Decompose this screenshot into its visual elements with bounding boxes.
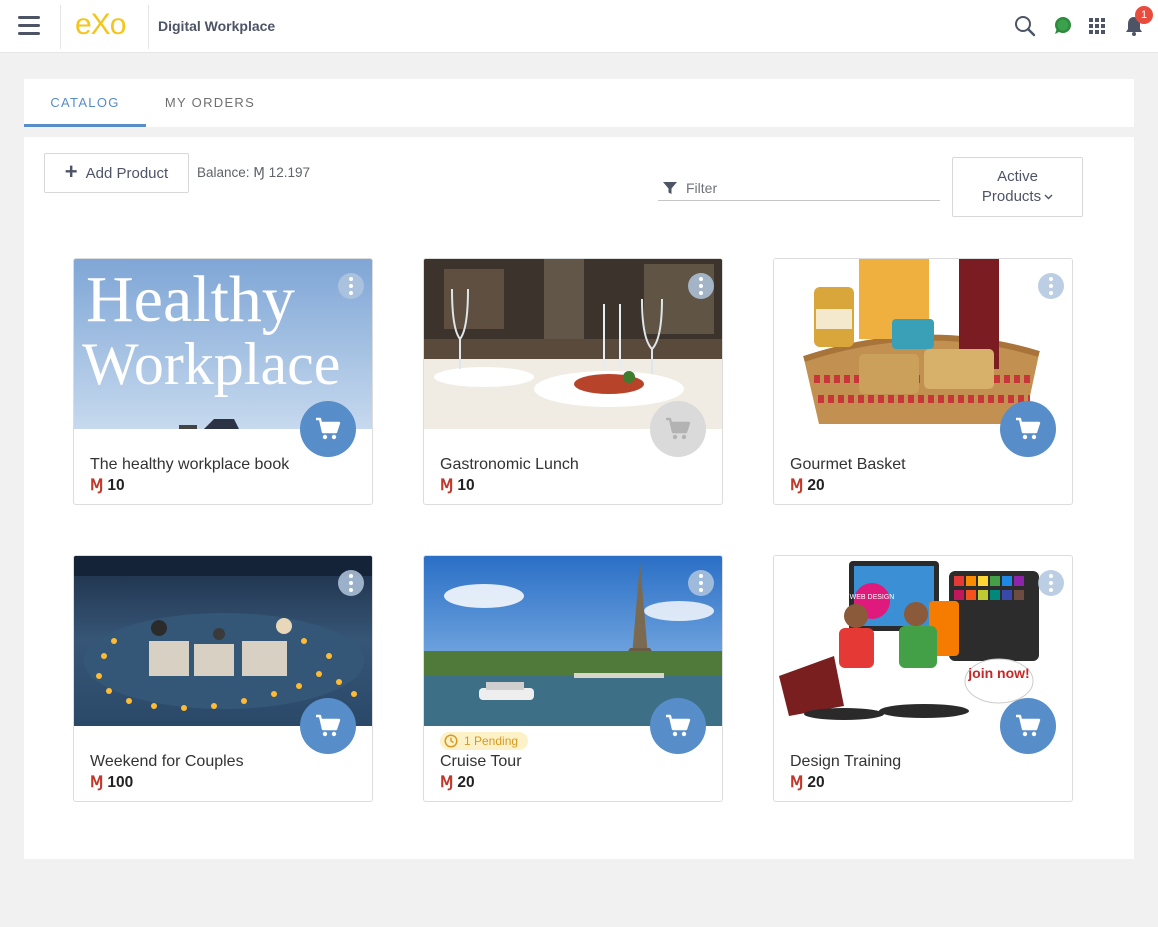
plus-icon: + — [64, 159, 78, 184]
app-title: Digital Workplace — [158, 18, 276, 34]
clock-icon — [444, 734, 458, 748]
product-card[interactable]: Gastronomic Lunch Ɱ 10 — [423, 258, 723, 505]
product-card[interactable]: 1 Pending Cruise Tour Ɱ 20 — [423, 555, 723, 802]
web-design-badge: WEB DESIGN — [850, 594, 895, 601]
tab-my-orders[interactable]: MY ORDERS — [152, 79, 268, 127]
chevron-down-icon — [1044, 194, 1053, 200]
add-product-button[interactable]: + Add Product — [44, 153, 189, 193]
price-value: 20 — [807, 774, 825, 791]
currency-symbol: Ɱ — [90, 774, 104, 791]
filter-input[interactable] — [686, 179, 926, 196]
chat-icon[interactable] — [1050, 14, 1074, 38]
product-price: Ɱ 10 — [90, 476, 125, 495]
more-options-icon[interactable] — [688, 570, 714, 596]
currency-symbol: Ɱ — [90, 477, 104, 494]
add-product-label: Add Product — [85, 164, 169, 182]
more-options-icon[interactable] — [688, 273, 714, 299]
more-options-icon[interactable] — [1038, 570, 1064, 596]
currency-symbol: Ɱ — [440, 477, 454, 494]
add-to-cart-button[interactable] — [1000, 698, 1056, 754]
product-title: Weekend for Couples — [90, 753, 244, 770]
product-price: Ɱ 20 — [440, 773, 475, 792]
join-now-text: join now! — [967, 665, 1029, 681]
pending-badge: 1 Pending — [440, 732, 529, 750]
price-value: 100 — [107, 774, 134, 791]
product-price: Ɱ 10 — [440, 476, 475, 495]
product-card[interactable]: Gourmet Basket Ɱ 20 — [773, 258, 1073, 505]
filter-field[interactable] — [658, 175, 940, 201]
pending-label: 1 Pending — [464, 734, 519, 748]
price-value: 10 — [107, 477, 125, 494]
cart-icon — [666, 417, 691, 440]
apps-grid-icon[interactable] — [1085, 14, 1109, 38]
price-value: 20 — [807, 477, 825, 494]
notification-badge: 1 — [1135, 6, 1153, 24]
search-icon[interactable] — [1013, 14, 1037, 38]
book-title-line1: Healthy — [86, 263, 295, 336]
add-to-cart-button-disabled[interactable] — [650, 401, 706, 457]
cart-icon — [666, 714, 691, 737]
tabs-bar: CATALOG MY ORDERS — [24, 79, 1134, 127]
price-value: 20 — [457, 774, 475, 791]
product-title: The healthy workplace book — [90, 456, 290, 473]
product-price: Ɱ 20 — [790, 476, 825, 495]
cart-icon — [316, 714, 341, 737]
product-title: Cruise Tour — [440, 753, 522, 770]
currency-symbol: Ɱ — [440, 774, 454, 791]
filter-icon — [663, 181, 677, 194]
tab-catalog[interactable]: CATALOG — [24, 79, 146, 127]
divider — [148, 5, 149, 49]
book-title-line2: Workplace — [82, 331, 340, 397]
price-value: 10 — [457, 477, 475, 494]
product-title: Gourmet Basket — [790, 456, 906, 473]
divider — [60, 5, 61, 49]
catalog-panel: + Add Product Balance: Ɱ 12.197 Active P… — [24, 137, 1134, 859]
product-card[interactable]: Healthy Workplace The healthy workplace … — [73, 258, 373, 505]
balance-text: Balance: Ɱ 12.197 — [197, 165, 310, 180]
currency-symbol: Ɱ — [790, 477, 804, 494]
more-options-icon[interactable] — [338, 273, 364, 299]
product-title: Design Training — [790, 753, 902, 770]
status-filter-label-line2: Products — [981, 188, 1042, 205]
cart-icon — [316, 417, 341, 440]
more-options-icon[interactable] — [1038, 273, 1064, 299]
product-card[interactable]: WEB DESIGN join now! Design Training Ɱ 2… — [773, 555, 1073, 802]
add-to-cart-button[interactable] — [650, 698, 706, 754]
status-filter-label-line1: Active — [997, 168, 1038, 185]
add-to-cart-button[interactable] — [1000, 401, 1056, 457]
top-bar: eXo Digital Workplace 1 — [0, 0, 1158, 53]
more-options-icon[interactable] — [338, 570, 364, 596]
product-card[interactable]: Weekend for Couples Ɱ 100 — [73, 555, 373, 802]
add-to-cart-button[interactable] — [300, 401, 356, 457]
product-title: Gastronomic Lunch — [440, 456, 579, 473]
product-price: Ɱ 20 — [790, 773, 825, 792]
cart-icon — [1016, 417, 1041, 440]
status-filter-dropdown[interactable]: Active Products — [952, 157, 1083, 217]
logo[interactable]: eXo — [75, 8, 126, 42]
cart-icon — [1016, 714, 1041, 737]
product-price: Ɱ 100 — [90, 773, 133, 792]
currency-symbol: Ɱ — [790, 774, 804, 791]
menu-icon[interactable] — [18, 16, 40, 36]
add-to-cart-button[interactable] — [300, 698, 356, 754]
